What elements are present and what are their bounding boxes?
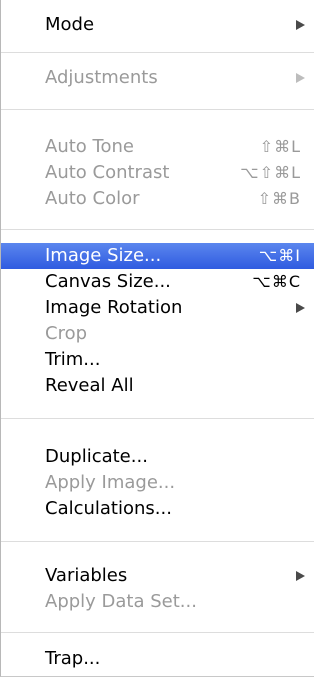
menu-item-label: Apply Data Set...: [45, 591, 197, 612]
menu-item-label: Canvas Size...: [45, 271, 171, 292]
menu-item-shortcut: ⌥⌘C: [252, 272, 301, 291]
menu-item-calculations[interactable]: Calculations...: [1, 496, 314, 522]
menu-item-label: Auto Tone: [45, 136, 134, 157]
menu-item-auto-tone: Auto Tone ⇧⌘L: [1, 134, 314, 160]
menu-item-shortcut: ⌥⇧⌘L: [240, 163, 301, 182]
menu-item-label: Apply Image...: [45, 472, 176, 493]
submenu-arrow-icon: [296, 303, 305, 313]
menu-item-auto-color: Auto Color ⇧⌘B: [1, 186, 314, 212]
menu-item-auto-contrast: Auto Contrast ⌥⇧⌘L: [1, 160, 314, 186]
submenu-arrow-icon: [296, 73, 305, 83]
menu-item-trap[interactable]: Trap...: [1, 646, 314, 672]
menu-item-label: Adjustments: [45, 67, 158, 88]
menu-item-label: Mode: [45, 14, 95, 35]
menu-item-label: Variables: [45, 565, 128, 586]
menu-item-duplicate[interactable]: Duplicate...: [1, 444, 314, 470]
menu-item-trim[interactable]: Trim...: [1, 347, 314, 373]
menu-item-image-rotation[interactable]: Image Rotation: [1, 295, 314, 321]
menu-item-label: Auto Color: [45, 188, 140, 209]
menu-item-label: Auto Contrast: [45, 162, 170, 183]
menu-item-image-size[interactable]: Image Size... ⌥⌘I: [1, 243, 314, 269]
menu-item-label: Image Rotation: [45, 297, 183, 318]
menu-item-label: Crop: [45, 323, 88, 344]
menu-separator: [1, 229, 314, 230]
menu-item-shortcut: ⇧⌘B: [257, 189, 301, 208]
menu-item-shortcut: ⇧⌘L: [259, 137, 301, 156]
menu-item-shortcut: ⌥⌘I: [258, 246, 301, 265]
submenu-arrow-icon: [296, 20, 305, 30]
menu-item-label: Calculations...: [45, 498, 172, 519]
menu-item-apply-data-set: Apply Data Set...: [1, 589, 314, 615]
menu-separator: [1, 418, 314, 419]
menu-item-label: Reveal All: [45, 375, 134, 396]
menu-item-crop: Crop: [1, 321, 314, 347]
menu-item-reveal-all[interactable]: Reveal All: [1, 373, 314, 399]
menu-separator: [1, 109, 314, 110]
menu-item-mode[interactable]: Mode: [1, 12, 314, 38]
menu-item-adjustments: Adjustments: [1, 65, 314, 91]
menu-item-apply-image: Apply Image...: [1, 470, 314, 496]
menu-item-label: Trap...: [45, 648, 101, 669]
submenu-arrow-icon: [296, 571, 305, 581]
menu-separator: [1, 541, 314, 542]
menu-item-canvas-size[interactable]: Canvas Size... ⌥⌘C: [1, 269, 314, 295]
menu-item-label: Image Size...: [45, 245, 162, 266]
menu-item-label: Trim...: [45, 349, 101, 370]
menu-item-variables[interactable]: Variables: [1, 563, 314, 589]
menu-separator: [1, 52, 314, 53]
menu-item-label: Duplicate...: [45, 446, 148, 467]
menu-separator: [1, 632, 314, 633]
image-menu: Mode Adjustments Auto Tone ⇧⌘L Auto Cont…: [0, 0, 314, 677]
